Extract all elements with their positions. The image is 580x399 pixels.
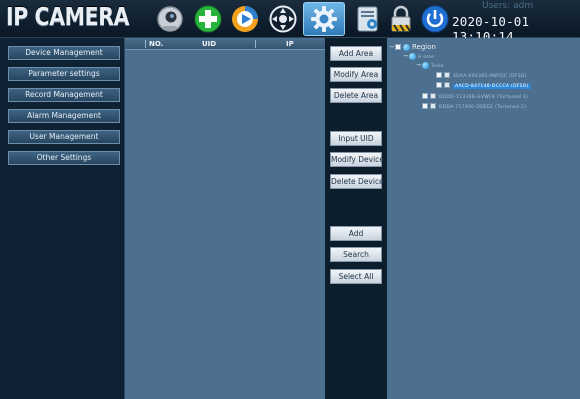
tree-node-area[interactable]: − H.ome [403, 52, 434, 61]
tree-checkbox[interactable] [436, 72, 442, 78]
column-header-ip[interactable]: IP [286, 38, 294, 50]
tree-node-device[interactable]: DDDA-757460-DDEEE (Turtuned 2) [422, 102, 526, 111]
lock-icon[interactable] [386, 4, 416, 34]
table-header-row: NO. UID IP [125, 38, 325, 50]
tree-node-label: AACD-847148-DCCCA (DFSD) [453, 84, 531, 89]
sidebar-item-parameter-settings[interactable]: Parameter settings [8, 67, 120, 81]
column-divider [255, 40, 256, 48]
add-area-button[interactable]: Add Area [330, 46, 382, 61]
globe-icon [403, 43, 410, 51]
sidebar-item-alarm-management[interactable]: Alarm Management [8, 109, 120, 123]
add-button[interactable]: Add [330, 226, 382, 241]
globe-icon [409, 52, 416, 60]
column-divider [145, 40, 146, 48]
delete-area-button[interactable]: Delete Area [330, 88, 382, 103]
tree-node-device[interactable]: DDDD-113368-GVWFK (Turtuned 1) [422, 92, 528, 101]
settings-sidebar: Device Management Parameter settings Rec… [0, 38, 125, 399]
tree-node-region[interactable]: − Region [389, 43, 436, 52]
device-list-table[interactable]: NO. UID IP [125, 38, 325, 399]
tree-node-label: Region [412, 43, 436, 51]
region-tree-panel: − Region − H.ome − Tesla SDAA-094365-AWFDC … [387, 38, 580, 399]
tree-checkbox[interactable] [422, 93, 428, 99]
sidebar-item-device-management[interactable]: Device Management [8, 46, 120, 60]
power-logout-icon[interactable] [420, 4, 450, 34]
sidebar-item-user-management[interactable]: User Management [8, 130, 120, 144]
settings-gear-icon[interactable] [309, 4, 339, 34]
tree-node-device[interactable]: SDAA-094365-AWFDC (DFSD) [436, 71, 527, 80]
camera-icon [444, 72, 450, 78]
search-button[interactable]: Search [330, 247, 382, 262]
modify-device-button[interactable]: Modify Device [330, 152, 384, 167]
input-uid-button[interactable]: Input UID [330, 131, 382, 146]
app-logo: IP CAMERA [6, 2, 130, 31]
sidebar-item-other-settings[interactable]: Other Settings [8, 151, 120, 165]
header-bar: IP CAMERA Users: adm 2020-10-01 13:10:14 [0, 0, 580, 44]
camera-icon [444, 82, 450, 88]
playback-icon[interactable] [230, 4, 260, 34]
ptz-control-icon[interactable] [268, 4, 298, 34]
delete-device-button[interactable]: Delete Device [330, 174, 384, 189]
column-header-uid[interactable]: UID [202, 38, 216, 50]
tree-node-label: DDDD-113368-GVWFK (Turtuned 1) [439, 95, 529, 100]
camera-icon [430, 103, 436, 109]
tree-checkbox[interactable] [422, 103, 428, 109]
globe-icon [422, 61, 429, 69]
tree-checkbox[interactable] [436, 82, 442, 88]
current-user-label: Users: adm [482, 1, 534, 11]
tree-node-label: DDDA-757460-DDEEE (Turtuned 2) [439, 105, 527, 110]
tree-checkbox[interactable] [395, 44, 401, 50]
modify-area-button[interactable]: Modify Area [330, 67, 382, 82]
tree-node-label: H.ome [418, 55, 435, 60]
column-header-no[interactable]: NO. [149, 38, 163, 50]
device-config-icon[interactable] [353, 4, 383, 34]
select-all-button[interactable]: Select All [330, 269, 382, 284]
live-view-camera-icon[interactable] [155, 4, 185, 34]
action-button-column: Add Area Modify Area Delete Area Input U… [325, 38, 387, 399]
add-green-icon[interactable] [193, 4, 223, 34]
tree-node-label: SDAA-094365-AWFDC (DFSD) [453, 74, 527, 79]
tree-node-label: Tesla [431, 64, 444, 69]
tree-node-area[interactable]: − Tesla [416, 61, 444, 70]
tree-node-device-selected[interactable]: AACD-847148-DCCCA (DFSD) [436, 81, 531, 90]
camera-icon [430, 93, 436, 99]
sidebar-item-record-management[interactable]: Record Management [8, 88, 120, 102]
